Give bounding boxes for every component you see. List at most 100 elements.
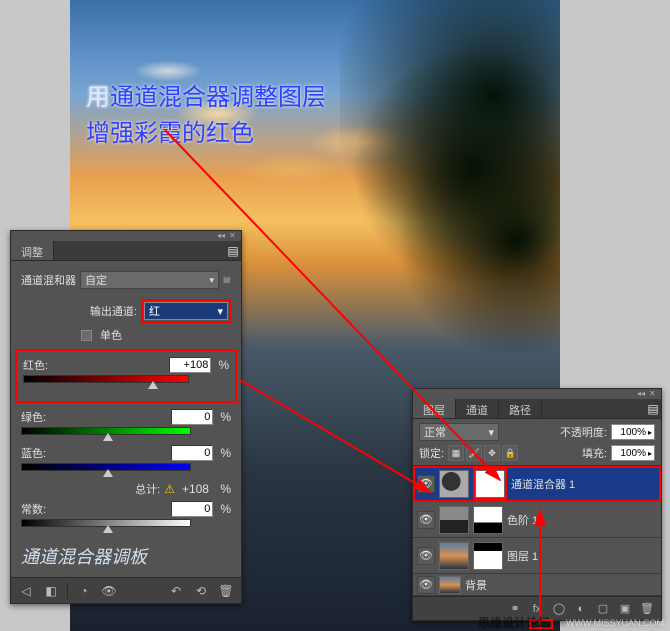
layer-name[interactable]: 通道混合器 1 <box>511 476 657 492</box>
pct-3: % <box>220 446 231 460</box>
pct-1: % <box>218 358 229 372</box>
eye-icon[interactable]: 👁 <box>100 582 118 600</box>
green-label: 绿色: <box>21 409 61 425</box>
red-label: 红色: <box>23 357 63 373</box>
opacity-label: 不透明度: <box>560 424 607 440</box>
preset-menu-icon[interactable]: ▤ <box>223 276 231 284</box>
constant-label: 常数: <box>21 501 61 517</box>
anno-line1-a: 用 <box>86 84 110 111</box>
layer-name[interactable]: 背景 <box>465 577 657 593</box>
red-highlight-box: 红色: % <box>15 349 237 403</box>
close-icon[interactable]: ✕ <box>229 232 237 240</box>
watermark-forum: 思缘设计论坛 <box>478 614 550 631</box>
constant-value-input[interactable] <box>171 501 213 517</box>
trash-icon[interactable]: 🗑 <box>217 582 235 600</box>
annotation-title: 用通道混合器调整图层 增强彩霞的红色 <box>86 80 326 152</box>
pct-2: % <box>220 410 231 424</box>
close-icon[interactable]: ✕ <box>649 390 657 398</box>
lock-transparent-icon[interactable]: ▦ <box>448 445 464 461</box>
expand-icon[interactable]: ◧ <box>42 582 60 600</box>
red-slider[interactable] <box>23 375 189 385</box>
layer-name[interactable]: 图层 1 <box>507 548 657 564</box>
monochrome-label: 单色 <box>100 327 122 343</box>
adjustments-footer: ◁ ◧ ◔ 👁 ↶ ⟲ 🗑 <box>11 577 241 603</box>
warning-icon: ⚠ <box>164 482 175 496</box>
preset-value: 自定 <box>85 272 107 288</box>
tab-paths[interactable]: 路径 <box>499 399 542 418</box>
layer-mask-thumb[interactable] <box>473 542 503 570</box>
layer-thumb-icon[interactable] <box>439 542 469 570</box>
blend-mode-dropdown[interactable]: 正常 <box>419 423 499 441</box>
tab-adjustments[interactable]: 调整 <box>11 241 54 260</box>
collapse-icon[interactable]: ◂◂ <box>217 232 225 240</box>
green-value-input[interactable] <box>171 409 213 425</box>
layers-panel: ◂◂ ✕ 图层 通道 路径 ▤ 正常 不透明度: 100% 锁定: ▦ 🖌 ✥ … <box>412 388 662 621</box>
blue-slider[interactable] <box>21 463 191 473</box>
blue-label: 蓝色: <box>21 445 61 461</box>
output-channel-value: 红 <box>149 303 160 319</box>
delete-layer-icon[interactable]: 🗑 <box>639 601 655 617</box>
tab-layers[interactable]: 图层 <box>413 399 456 418</box>
blend-mode-value: 正常 <box>424 424 446 440</box>
clip-icon[interactable]: ◔ <box>75 582 93 600</box>
watermark-url: WWW.MISSYUAN.COM <box>566 618 664 628</box>
layer-thumb-icon[interactable] <box>439 470 469 498</box>
lock-all-icon[interactable]: 🔒 <box>502 445 518 461</box>
new-layer-icon[interactable]: ▣ <box>617 601 633 617</box>
anno-line1-b: 通道混合器调整图层 <box>110 84 326 111</box>
output-channel-dropdown[interactable]: 红 <box>144 302 228 320</box>
constant-slider[interactable] <box>21 519 191 529</box>
lock-label: 锁定: <box>419 445 444 461</box>
adjustment-layer-icon[interactable]: ◐ <box>573 601 589 617</box>
lock-pixels-icon[interactable]: 🖌 <box>466 445 482 461</box>
tab-channels[interactable]: 通道 <box>456 399 499 418</box>
reset-prev-icon[interactable]: ↶ <box>167 582 185 600</box>
monochrome-checkbox[interactable] <box>81 330 92 341</box>
visibility-toggle[interactable]: 👁 <box>417 511 435 529</box>
green-slider[interactable] <box>21 427 191 437</box>
pct-5: % <box>220 502 231 516</box>
layer-name[interactable]: 色阶 1 <box>507 512 657 528</box>
adjustments-panel: ◂◂ ✕ 调整 ▤ 通道混和器 自定 ▤ 输出通道: 红 单色 红色: % <box>10 230 242 604</box>
anno-line2: 增强彩霞的红色 <box>86 120 254 147</box>
layer-list: 👁 通道混合器 1 👁 色阶 1 👁 图层 1 👁 背景 <box>413 466 661 596</box>
layers-controls: 正常 不透明度: 100% 锁定: ▦ 🖌 ✥ 🔒 填充: 100% <box>413 419 661 466</box>
pct-4: % <box>220 482 231 496</box>
layer-row-channel-mixer[interactable]: 👁 通道混合器 1 <box>413 466 661 502</box>
fill-input[interactable]: 100% <box>611 445 655 461</box>
mask-highlight <box>473 468 507 500</box>
reset-icon[interactable]: ⟲ <box>192 582 210 600</box>
visibility-toggle[interactable]: 👁 <box>417 547 435 565</box>
layers-topbar: ◂◂ ✕ <box>413 389 661 399</box>
layers-menu-icon[interactable]: ▤ <box>645 399 661 418</box>
output-highlight: 红 <box>141 299 231 323</box>
adjustments-body: 通道混和器 自定 ▤ 输出通道: 红 单色 红色: % <box>11 261 241 577</box>
red-value-input[interactable] <box>169 357 211 373</box>
panel-menu-icon[interactable]: ▤ <box>225 241 241 260</box>
layer-row-layer1[interactable]: 👁 图层 1 <box>413 538 661 574</box>
adjustment-type-label: 通道混和器 <box>21 272 76 288</box>
layers-tabs: 图层 通道 路径 ▤ <box>413 399 661 419</box>
adjustments-caption: 通道混合器调板 <box>21 543 231 569</box>
layer-row-levels[interactable]: 👁 色阶 1 <box>413 502 661 538</box>
blue-value-input[interactable] <box>171 445 213 461</box>
layer-row-background[interactable]: 👁 背景 <box>413 574 661 596</box>
visibility-toggle[interactable]: 👁 <box>417 576 435 594</box>
layer-thumb-icon[interactable] <box>439 576 461 594</box>
output-channel-label: 输出通道: <box>90 303 137 319</box>
opacity-input[interactable]: 100% <box>611 424 655 440</box>
fill-value: 100% <box>620 448 646 459</box>
preset-dropdown[interactable]: 自定 <box>80 271 219 289</box>
group-icon[interactable]: ▢ <box>595 601 611 617</box>
visibility-toggle[interactable]: 👁 <box>417 475 435 493</box>
total-value: +108 <box>182 482 209 496</box>
panel-topbar: ◂◂ ✕ <box>11 231 241 241</box>
back-icon[interactable]: ◁ <box>17 582 35 600</box>
collapse-icon[interactable]: ◂◂ <box>637 390 645 398</box>
layer-thumb-icon[interactable] <box>439 506 469 534</box>
layer-mask-thumb[interactable] <box>473 506 503 534</box>
lock-position-icon[interactable]: ✥ <box>484 445 500 461</box>
layer-mask-icon[interactable]: ◯ <box>551 601 567 617</box>
layer-mask-thumb[interactable] <box>475 470 505 498</box>
adjustments-tabs: 调整 ▤ <box>11 241 241 261</box>
